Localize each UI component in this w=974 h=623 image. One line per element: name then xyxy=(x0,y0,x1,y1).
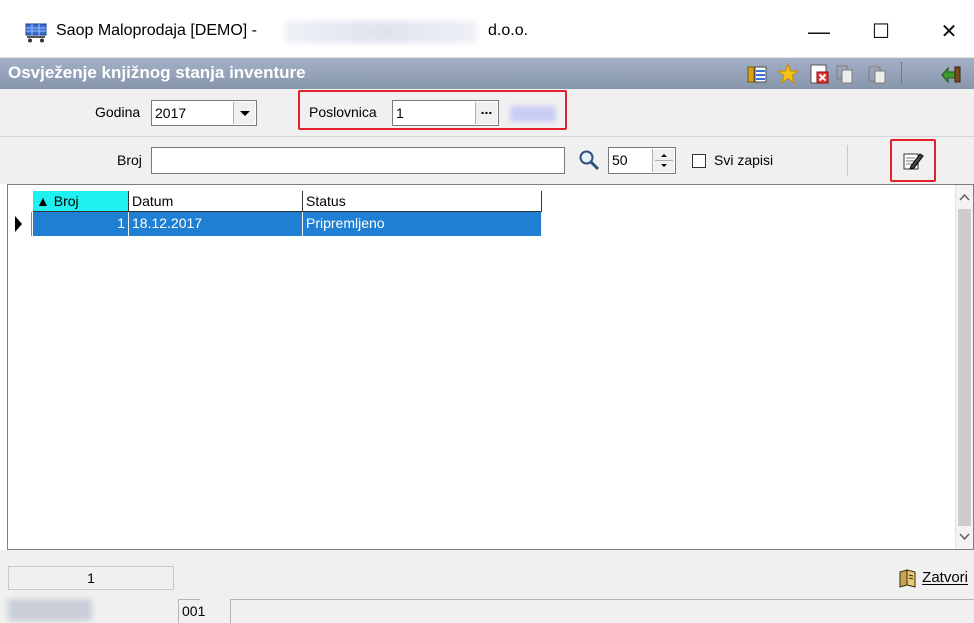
maximize-button[interactable]: ☐ xyxy=(858,14,904,50)
copy-icon[interactable] xyxy=(834,63,856,85)
scroll-down-icon[interactable] xyxy=(958,530,971,543)
column-header-status[interactable]: Status xyxy=(303,191,542,212)
column-header-broj[interactable]: ▲ Broj xyxy=(33,191,129,212)
status-code: 001 xyxy=(178,599,205,623)
edit-icon[interactable] xyxy=(902,150,924,172)
table-row[interactable]: 1 xyxy=(33,212,129,236)
redacted-company-name xyxy=(285,21,477,43)
exit-icon[interactable] xyxy=(940,63,962,85)
row-selector[interactable] xyxy=(10,212,32,236)
search-icon[interactable] xyxy=(578,149,600,171)
svi-zapisi-checkbox[interactable] xyxy=(692,154,706,168)
scroll-up-icon[interactable] xyxy=(958,191,971,204)
ellipsis-button[interactable]: ... xyxy=(475,102,497,124)
poslovnica-field[interactable]: 1 ... xyxy=(392,100,499,126)
record-limit-stepper[interactable]: 50 xyxy=(608,147,676,174)
column-header-datum[interactable]: Datum xyxy=(129,191,303,212)
minimize-button[interactable]: — xyxy=(796,14,842,50)
book-icon xyxy=(899,569,916,588)
broj-label: Broj xyxy=(117,152,142,168)
window-title: Saop Maloprodaja [DEMO] - xyxy=(56,22,257,39)
spin-buttons[interactable] xyxy=(652,149,674,172)
poslovnica-value: 1 xyxy=(396,105,404,121)
layout-icon[interactable] xyxy=(746,63,768,85)
delete-icon[interactable] xyxy=(808,63,830,85)
toolbar-separator xyxy=(901,62,902,84)
row-pointer-icon xyxy=(15,216,22,232)
footer-bar: 1 Zatvori xyxy=(0,550,974,593)
form-title: Osvježenje knjižnog stanja inventure xyxy=(8,63,306,82)
godina-label: Godina xyxy=(95,104,141,120)
scrollbar-thumb[interactable] xyxy=(958,209,971,526)
redacted-branch-name xyxy=(510,106,556,122)
godina-dropdown[interactable]: 2017 xyxy=(151,100,257,126)
broj-search-input[interactable] xyxy=(151,147,565,174)
record-count: 1 xyxy=(8,566,174,590)
window-titlebar: Saop Maloprodaja [DEMO] - d.o.o. — ☐ ✕ xyxy=(0,0,974,58)
record-limit-value: 50 xyxy=(612,152,628,168)
status-message xyxy=(230,599,974,623)
godina-value: 2017 xyxy=(155,105,187,121)
redacted-user xyxy=(8,599,92,621)
form-header: Osvježenje knjižnog stanja inventure xyxy=(0,58,974,89)
shopping-cart-icon xyxy=(25,23,47,43)
cell-datum[interactable]: 18.12.2017 xyxy=(129,212,303,236)
separator xyxy=(847,145,848,176)
filter-bar: Godina 2017 Poslovnica 1 ... xyxy=(0,89,974,137)
zatvori-button[interactable]: Zatvori xyxy=(898,566,968,590)
vertical-scrollbar[interactable] xyxy=(955,185,973,549)
poslovnica-label: Poslovnica xyxy=(309,104,377,120)
svi-zapisi-label: Svi zapisi xyxy=(714,152,774,168)
status-bar: 001 xyxy=(0,593,974,623)
data-grid: ▲ Broj Datum Status 1 18.12.2017 Priprem… xyxy=(7,184,974,550)
search-bar: Broj 50 Svi zapisi xyxy=(0,137,974,184)
close-window-button[interactable]: ✕ xyxy=(926,14,972,50)
zatvori-label: Zatvori xyxy=(922,569,968,586)
paste-icon[interactable] xyxy=(866,63,888,85)
star-icon[interactable] xyxy=(777,63,799,85)
chevron-down-icon[interactable] xyxy=(233,102,255,124)
cell-status[interactable]: Pripremljeno xyxy=(303,212,542,236)
window-title-suffix: d.o.o. xyxy=(488,22,529,39)
